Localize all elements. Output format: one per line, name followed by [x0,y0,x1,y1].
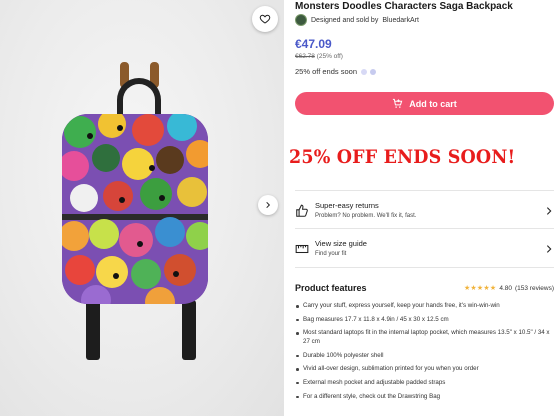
returns-info-row[interactable]: Super-easy returns Problem? No problem. … [295,196,554,230]
price: €47.09 [295,37,332,51]
chevron-right-icon [266,201,271,209]
cart-plus-icon [393,98,403,108]
star-rating-icon: ★★★★★ [463,285,497,292]
rating-value: 4.80 [499,284,512,292]
list-item: Vivid all-over design, sublimation print… [295,365,554,374]
next-image-button[interactable] [258,195,278,215]
add-to-cart-label: Add to cart [409,98,457,109]
product-features-title: Product features [295,283,367,293]
sale-ends-row: 25% off ends soon [295,67,376,76]
old-price: €62.78 [295,53,315,60]
list-item: Durable 100% polyester shell [295,352,554,361]
old-price-row: €62.78 (25% off) [295,53,343,60]
divider [295,267,554,268]
seller-name-link[interactable]: BluedarkArt [382,17,419,24]
seller-row: Designed and sold by BluedarkArt [295,14,419,26]
promo-banner: 25% OFF ENDS SOON! [289,146,516,168]
seller-avatar[interactable] [295,14,307,26]
rating-summary[interactable]: ★★★★★ 4.80 (153 reviews) [463,284,554,293]
list-item: Most standard laptops fit in the interna… [295,329,554,346]
add-to-cart-button[interactable]: Add to cart [295,92,554,115]
backpack-image [62,114,208,304]
size-guide-title: View size guide [315,239,367,248]
sale-ends-text: 25% off ends soon [295,67,357,76]
product-features-list: Carry your stuff, express yourself, keep… [295,302,554,406]
sale-indicator [361,68,376,75]
divider [295,190,554,191]
sale-indicator-dot [370,68,376,75]
list-item: Carry your stuff, express yourself, keep… [295,302,554,311]
chevron-right-icon [546,245,552,253]
product-image-gallery[interactable] [0,0,284,416]
size-guide-row[interactable]: View size guide Find your fit [295,234,554,268]
chevron-right-icon [546,207,552,215]
heart-icon [259,14,271,24]
returns-subtitle: Problem? No problem. We'll fix it, fast. [315,213,417,219]
list-item: Bag measures 17.7 x 11.8 x 4.9in / 45 x … [295,316,554,325]
thumbs-up-icon [296,204,308,217]
seller-prefix: Designed and sold by [311,16,379,24]
discount-label: (25% off) [316,53,343,60]
favorite-button[interactable] [252,6,278,32]
list-item[interactable]: For a different style, check out the Dra… [295,393,554,402]
returns-title: Super-easy returns [315,201,379,210]
size-guide-subtitle: Find your fit [315,251,347,257]
ruler-icon [295,244,309,254]
list-item: External mesh pocket and adjustable padd… [295,379,554,388]
sale-indicator-dot [361,68,367,75]
product-title: Monsters Doodles Characters Saga Backpac… [295,1,513,12]
review-count-link[interactable]: (153 reviews) [515,285,554,292]
divider [295,228,554,229]
